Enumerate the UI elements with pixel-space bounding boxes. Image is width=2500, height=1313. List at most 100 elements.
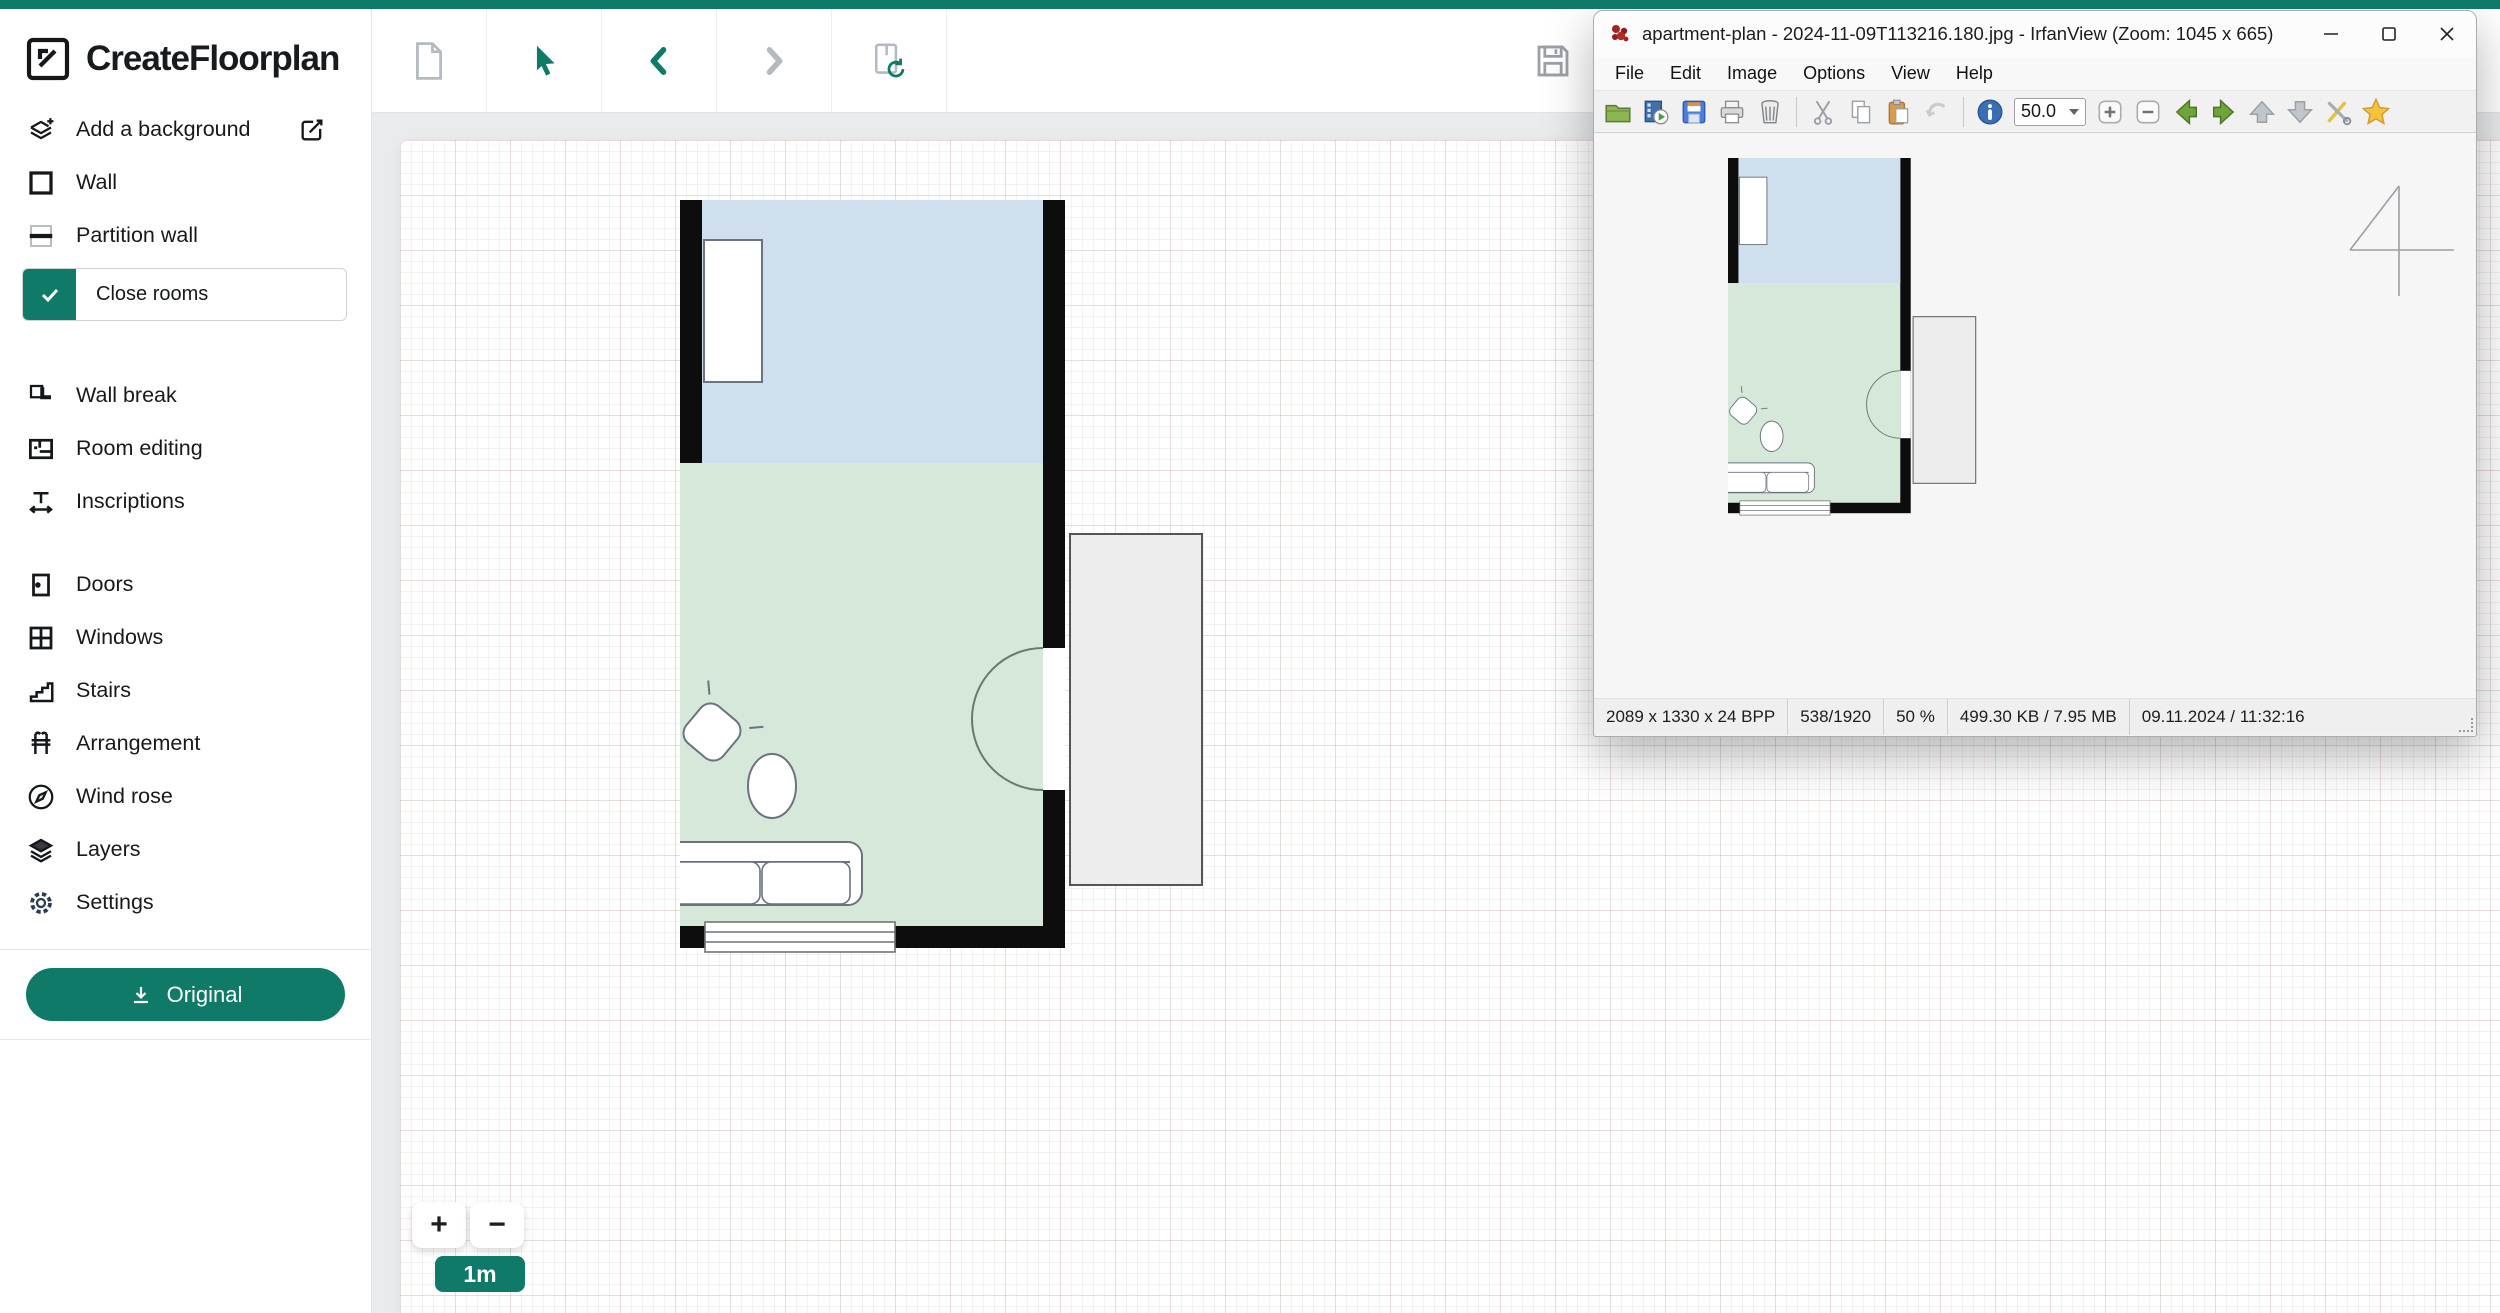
sidebar: CreateFloorplan Add a background Wall <box>0 9 372 1313</box>
last-image-button[interactable] <box>2282 94 2318 130</box>
zoom-in-button[interactable]: + <box>412 1202 466 1248</box>
sidebar-item-stairs[interactable]: Stairs <box>0 664 371 717</box>
reset-plan-icon <box>867 39 911 83</box>
chevron-down-icon <box>2069 109 2079 115</box>
info-button[interactable] <box>1972 94 2008 130</box>
slideshow-button[interactable] <box>1638 94 1674 130</box>
irfanview-menubar: File Edit Image Options View Help <box>1594 57 2476 90</box>
sidebar-item-wind-rose[interactable]: Wind rose <box>0 770 371 823</box>
maximize-button[interactable] <box>2360 11 2418 57</box>
sidebar-item-room-editing[interactable]: Room editing <box>0 422 371 475</box>
sidebar-item-label: Doors <box>76 572 133 597</box>
sidebar-item-label: Room editing <box>76 436 203 461</box>
partition-wall-icon <box>26 221 56 251</box>
menu-options[interactable]: Options <box>1790 63 1878 84</box>
irfanview-image-area[interactable] <box>1594 133 2476 699</box>
app-logo[interactable]: CreateFloorplan <box>0 9 371 103</box>
room-editing-icon <box>26 434 56 464</box>
undo-button[interactable] <box>602 9 717 112</box>
doors-icon <box>26 570 56 600</box>
sidebar-item-label: Arrangement <box>76 731 200 756</box>
download-original-button[interactable]: Original <box>26 968 345 1021</box>
sidebar-item-settings[interactable]: Settings <box>0 876 371 929</box>
inscriptions-icon <box>26 487 56 517</box>
minimize-button[interactable] <box>2302 11 2360 57</box>
app-name: CreateFloorplan <box>86 39 339 79</box>
irfanview-app-icon <box>1608 22 1632 46</box>
chevron-left-icon <box>640 42 678 80</box>
menu-help[interactable]: Help <box>1943 63 2006 84</box>
irfanview-window[interactable]: apartment-plan - 2024-11-09T113216.180.j… <box>1593 10 2477 737</box>
delete-button[interactable] <box>1752 94 1788 130</box>
print-button[interactable] <box>1714 94 1750 130</box>
scale-badge: 1m <box>435 1256 525 1292</box>
previous-image-button[interactable] <box>2168 94 2204 130</box>
wall-break-icon <box>26 381 56 411</box>
reset-plan-button[interactable] <box>832 9 947 112</box>
first-image-button[interactable] <box>2244 94 2280 130</box>
save-file-button[interactable] <box>1676 94 1712 130</box>
chevron-right-icon <box>755 42 793 80</box>
cursor-icon <box>524 41 564 81</box>
menu-view[interactable]: View <box>1878 63 1943 84</box>
menu-image[interactable]: Image <box>1714 63 1790 84</box>
app-root: { "app": { "name": "CreateFloorplan" }, … <box>0 0 2500 1313</box>
apartment-plan-image <box>1728 158 2307 614</box>
sidebar-item-inscriptions[interactable]: Inscriptions <box>0 475 371 528</box>
sidebar-item-label: Windows <box>76 625 163 650</box>
save-icon <box>1532 40 1574 82</box>
resize-grip[interactable] <box>2459 718 2473 732</box>
sidebar-item-label: Layers <box>76 837 141 862</box>
tools-button[interactable] <box>2320 94 2356 130</box>
irfanview-titlebar[interactable]: apartment-plan - 2024-11-09T113216.180.j… <box>1594 11 2476 57</box>
close-button[interactable] <box>2418 11 2476 57</box>
zoom-out-button-iv[interactable] <box>2130 94 2166 130</box>
menu-file[interactable]: File <box>1602 63 1657 84</box>
new-document-icon <box>409 39 449 83</box>
sidebar-item-label: Inscriptions <box>76 489 185 514</box>
paste-button[interactable] <box>1881 94 1917 130</box>
zoom-in-button-iv[interactable] <box>2092 94 2128 130</box>
cut-button[interactable] <box>1805 94 1841 130</box>
close-rooms-toggle[interactable]: Close rooms <box>22 268 347 321</box>
sidebar-item-label: Stairs <box>76 678 131 703</box>
wall-icon <box>26 168 56 198</box>
sidebar-item-label: Wall break <box>76 383 177 408</box>
zoom-percent-select[interactable]: 50.0 <box>2014 98 2086 126</box>
sidebar-item-label: Settings <box>76 890 154 915</box>
copy-button[interactable] <box>1843 94 1879 130</box>
toolbar-separator <box>1796 97 1797 127</box>
favorites-button[interactable] <box>2358 94 2394 130</box>
arrangement-icon <box>26 729 56 759</box>
undo-button-iv[interactable] <box>1919 94 1955 130</box>
open-file-button[interactable] <box>1600 94 1636 130</box>
sidebar-item-doors[interactable]: Doors <box>0 558 371 611</box>
select-tool-button[interactable] <box>487 9 602 112</box>
sidebar-item-partition-wall[interactable]: Partition wall <box>0 209 371 262</box>
menu-edit[interactable]: Edit <box>1657 63 1714 84</box>
sidebar-item-wall[interactable]: Wall <box>0 156 371 209</box>
sidebar-item-layers[interactable]: Layers <box>0 823 371 876</box>
download-icon <box>129 983 153 1007</box>
irfanview-toolbar: 50.0 <box>1594 90 2476 133</box>
next-image-button[interactable] <box>2206 94 2242 130</box>
sidebar-item-arrangement[interactable]: Arrangement <box>0 717 371 770</box>
sidebar-item-label: Add a background <box>76 117 251 142</box>
close-rooms-checkbox[interactable] <box>23 269 76 320</box>
sidebar-item-label: Partition wall <box>76 223 198 248</box>
edit-background-icon[interactable] <box>297 115 327 145</box>
sidebar-item-windows[interactable]: Windows <box>0 611 371 664</box>
sidebar-divider <box>0 1039 371 1040</box>
sidebar-item-add-background[interactable]: Add a background <box>0 103 371 156</box>
windows-icon <box>26 623 56 653</box>
zoom-out-button[interactable]: − <box>470 1202 524 1248</box>
sidebar-item-label: Wall <box>76 170 117 195</box>
stairs-icon <box>26 676 56 706</box>
redo-button[interactable] <box>717 9 832 112</box>
sidebar-spacer <box>0 528 371 558</box>
sidebar-item-wall-break[interactable]: Wall break <box>0 369 371 422</box>
new-document-button[interactable] <box>372 9 487 112</box>
settings-icon <box>26 888 56 918</box>
irfanview-title: apartment-plan - 2024-11-09T113216.180.j… <box>1642 23 2302 45</box>
irfanview-statusbar: 2089 x 1330 x 24 BPP 538/1920 50 % 499.3… <box>1594 699 2476 735</box>
